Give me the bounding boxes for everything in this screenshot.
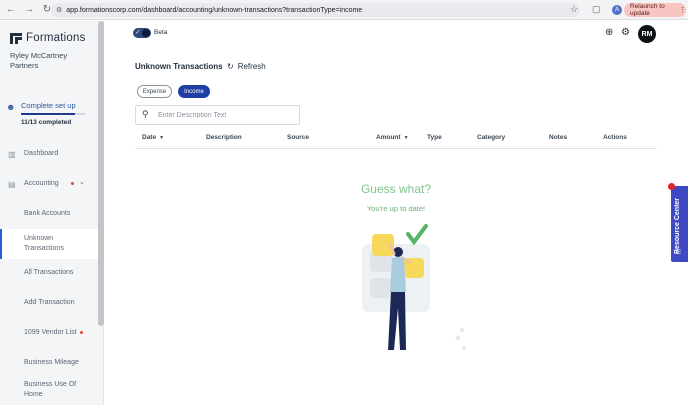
column-notes: Notes [549, 134, 567, 141]
refresh-icon: ↻ [227, 62, 234, 71]
setup-label: Complete set up [21, 101, 76, 110]
check-icon: ✓ [135, 29, 141, 36]
person-pants [388, 292, 406, 350]
column-label: Category [477, 134, 506, 141]
column-label: Type [427, 134, 442, 141]
sidebar-item-bank-accounts[interactable]: Bank Accounts [0, 205, 98, 223]
sidebar-item-label: All Transactions [24, 269, 74, 276]
beta-toggle[interactable]: ✓ [133, 28, 151, 38]
site-info-icon[interactable]: ⚙ [56, 6, 62, 14]
setup-progress-fill [21, 113, 76, 115]
column-date[interactable]: Date ▼ [142, 134, 164, 141]
client-name: Ryley McCartney Partners [10, 51, 68, 70]
person-icon: ☻ [6, 102, 16, 112]
sidebar-item-accounting[interactable]: ▤ Accounting ⌄ [0, 175, 98, 193]
brand-logo[interactable]: Formations [10, 32, 86, 44]
search-icon: ⚲ [142, 109, 149, 119]
empty-state-title: Guess what? [360, 182, 432, 196]
search-box: ⚲ [135, 105, 300, 125]
formations-logo-icon [10, 32, 22, 44]
sidebar-item-label: Accounting [24, 180, 59, 187]
sidebar-item-business-mileage[interactable]: Business Mileage [0, 354, 98, 372]
page-title: Unknown Transactions [135, 62, 223, 71]
gear-icon[interactable]: ⚙ [621, 27, 630, 38]
column-type: Type [427, 134, 442, 141]
column-label: Actions [603, 134, 627, 141]
sort-caret-icon: ▼ [403, 135, 409, 141]
setup-progress-bar [21, 113, 85, 115]
relaunch-update-button[interactable]: Relaunch to update ⋮ [624, 3, 686, 17]
sidebar-item-business-use-of-home[interactable]: Business Use Of Home [0, 379, 98, 401]
sidebar-item-label: Business Use Of Home [24, 381, 77, 398]
column-label: Amount [376, 134, 401, 141]
sidebar-item-all-transactions[interactable]: All Transactions [0, 264, 98, 282]
toggle-knob [142, 29, 150, 37]
column-label: Description [206, 134, 242, 141]
chevron-down-icon[interactable]: ⌄ [79, 178, 85, 186]
column-category: Category [477, 134, 505, 141]
person-shirt [390, 257, 406, 292]
list-icon: ☰ [676, 250, 682, 256]
bar-chart-icon: ▥ [8, 149, 16, 159]
resource-center-tab[interactable]: Resource Center ☰ [668, 183, 688, 262]
table-header: Date ▼ Description Source Amount ▼ Type Ca… [135, 131, 657, 149]
app-header: ✓ Beta ⊕ ⚙ RM [105, 21, 688, 47]
address-bar[interactable]: ⚙ app.formationscorp.com/dashboard/accou… [50, 3, 580, 17]
back-icon[interactable]: ← [4, 3, 18, 17]
more-menu-icon[interactable]: ⋮ [679, 6, 686, 14]
sidebar-item-add-transaction[interactable]: Add Transaction [0, 294, 98, 312]
sidebar-item-unknown-transactions[interactable]: Unknown Transactions [0, 229, 98, 259]
bookmark-star-icon[interactable]: ☆ [570, 4, 578, 15]
refresh-label: Refresh [237, 62, 266, 71]
sidebar-item-label: Bank Accounts [24, 210, 71, 217]
resource-center-label: Resource Center [674, 197, 681, 254]
sidebar-item-1099-vendor-list[interactable]: 1099 Vendor List [0, 324, 98, 342]
sidebar-item-label: Add Transaction [24, 299, 75, 306]
refresh-button[interactable]: ↻ Refresh [227, 62, 266, 71]
column-label: Date [142, 134, 157, 141]
sidebar-scrollbar[interactable] [98, 21, 104, 326]
sidebar-item-dashboard[interactable]: ▥ Dashboard [0, 145, 98, 163]
empty-state-subtitle: You're up to date! [366, 204, 426, 213]
notification-dot [71, 182, 74, 185]
sidebar-item-label: Dashboard [24, 150, 59, 157]
filter-expense-button[interactable]: Expense [137, 85, 172, 98]
beta-label: Beta [154, 29, 168, 36]
ledger-icon: ▤ [8, 179, 16, 189]
column-source: Source [287, 134, 309, 141]
extensions-icon[interactable]: ▢ [592, 4, 601, 15]
column-description: Description [206, 134, 242, 141]
sidebar: Formations Ryley McCartney Partners ☻ Co… [0, 21, 104, 405]
column-actions: Actions [603, 134, 627, 141]
relaunch-label: Relaunch to update [630, 3, 665, 17]
forward-icon[interactable]: → [22, 3, 36, 17]
setup-progress-text: 11/13 completed [21, 119, 72, 126]
user-avatar[interactable]: RM [638, 25, 656, 43]
notification-dot [80, 331, 83, 334]
column-label: Source [287, 134, 310, 141]
brand-name: Formations [26, 32, 86, 44]
column-label: Notes [549, 134, 568, 141]
sort-caret-icon: ▼ [159, 135, 165, 141]
checkmark-icon [406, 224, 428, 246]
sidebar-item-label: Business Mileage [24, 359, 79, 366]
notification-dot [668, 183, 675, 190]
url-text: app.formationscorp.com/dashboard/account… [66, 6, 363, 14]
complete-setup-widget[interactable]: ☻ Complete set up 11/13 completed [0, 99, 98, 133]
up-to-date-illustration [362, 224, 466, 350]
filter-income-button[interactable]: Income [178, 85, 210, 98]
add-circle-icon[interactable]: ⊕ [605, 27, 613, 38]
sidebar-item-label: 1099 Vendor List [24, 329, 77, 336]
column-amount[interactable]: Amount ▼ [376, 134, 409, 141]
browser-toolbar: ← → ↻ ⚙ app.formationscorp.com/dashboard… [0, 0, 688, 20]
sidebar-item-label: Unknown Transactions [24, 235, 64, 252]
search-input[interactable] [158, 109, 296, 122]
profile-avatar[interactable]: A [612, 5, 622, 15]
